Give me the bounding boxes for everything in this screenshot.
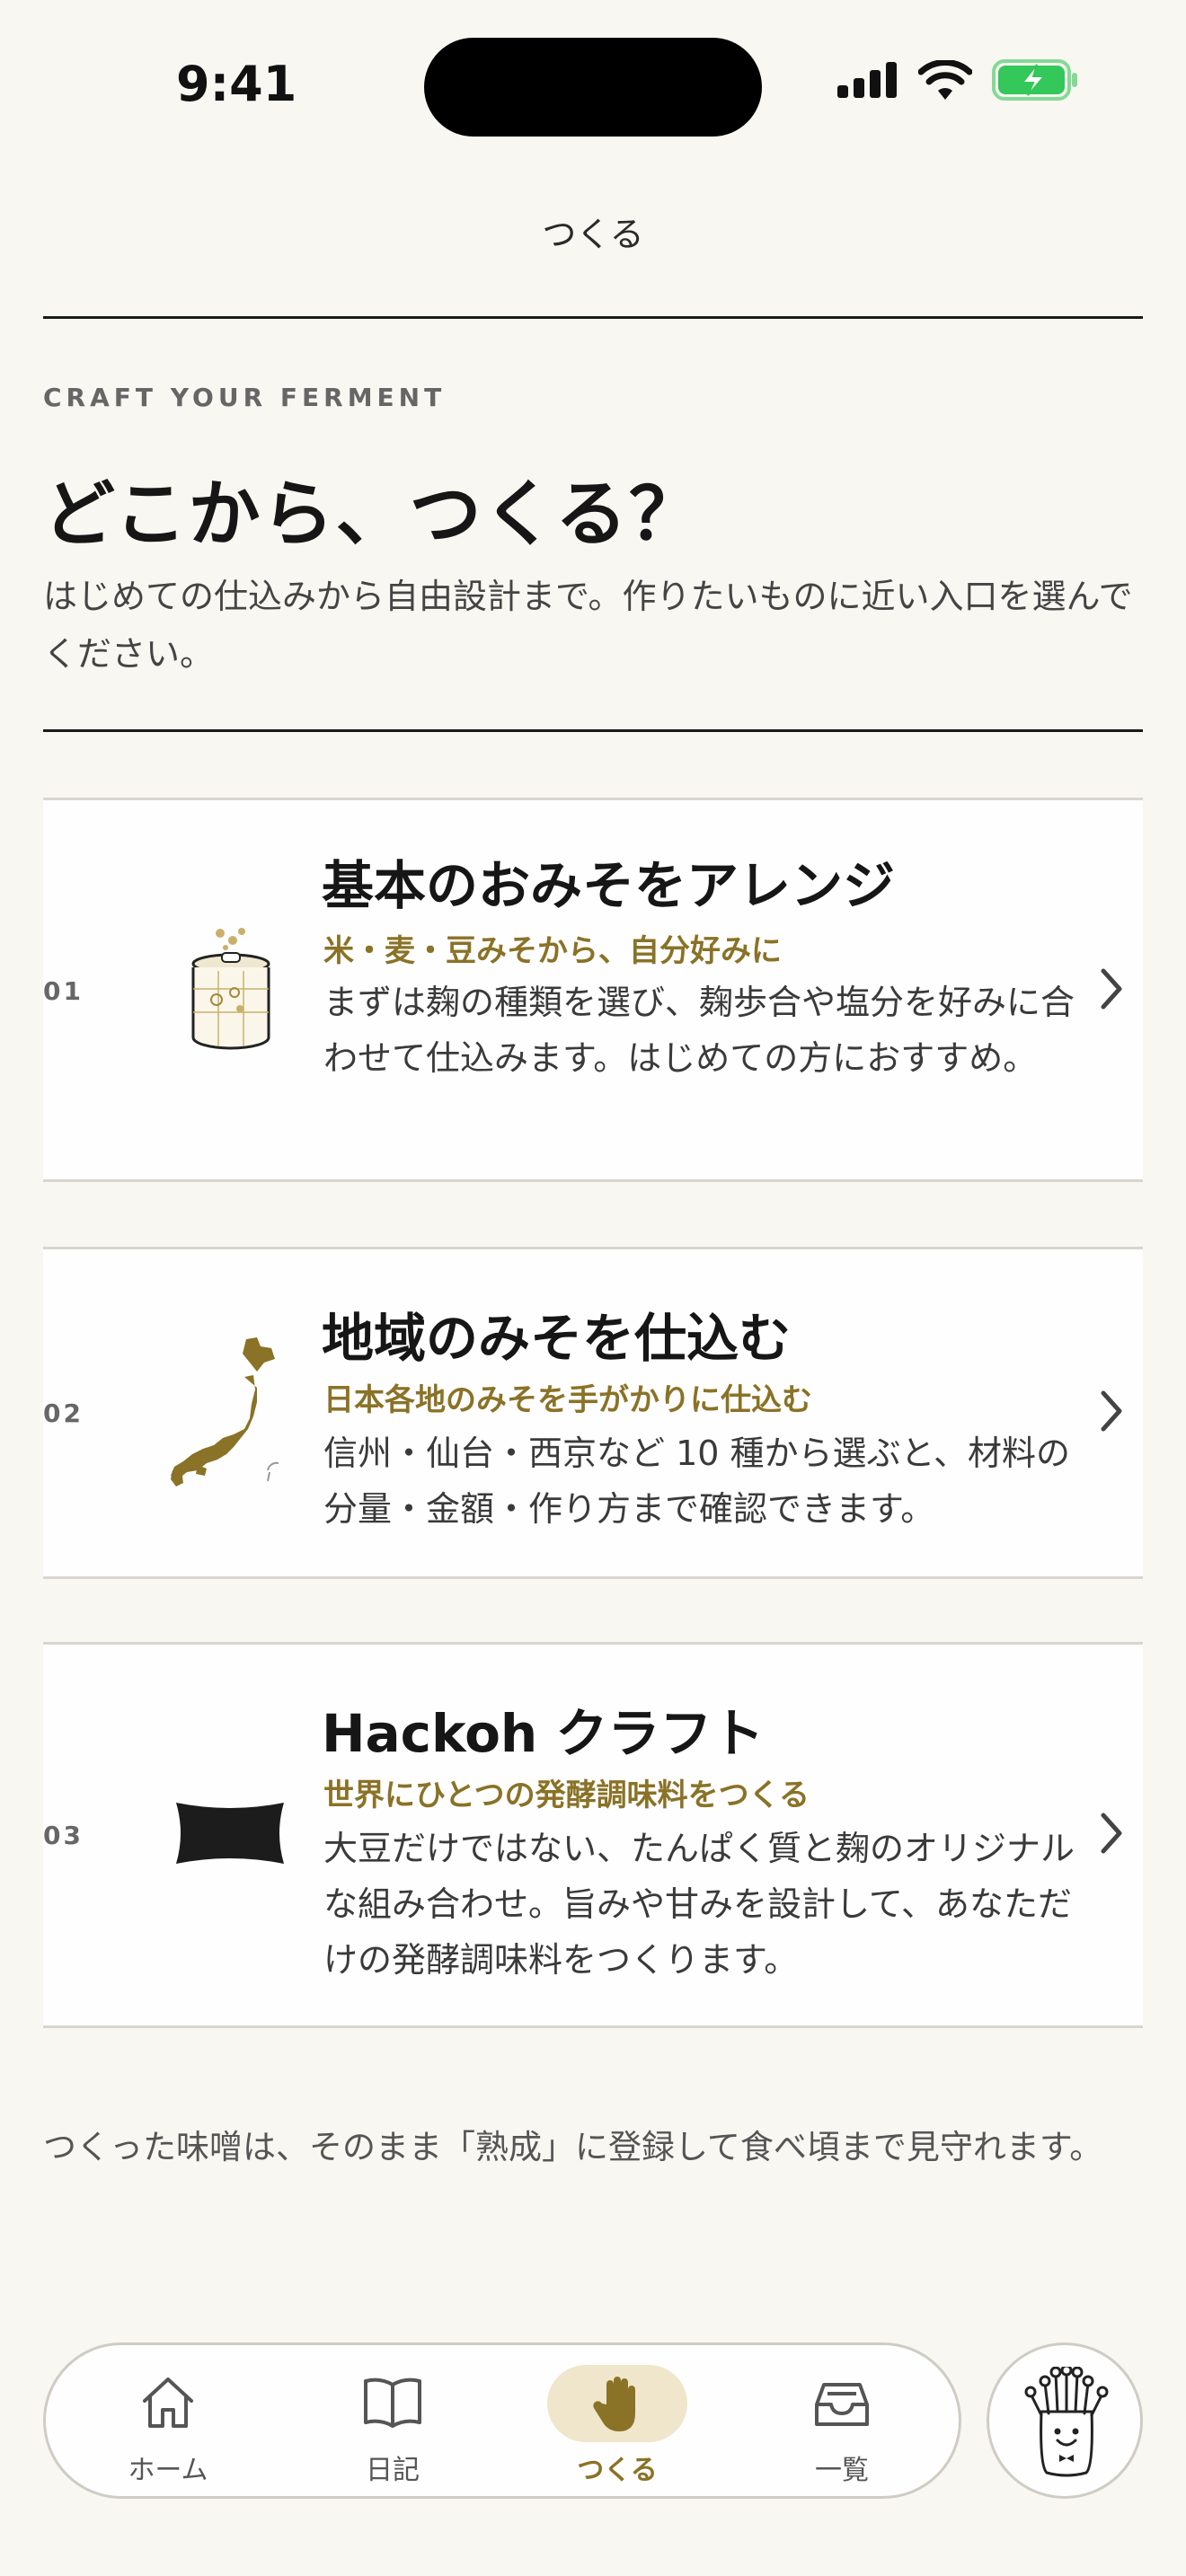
- nav-title: つくる: [542, 215, 644, 254]
- card-title: 基本のおみそをアレンジ: [322, 855, 896, 916]
- battery-charging-icon: [992, 59, 1077, 101]
- mascot-icon: [1024, 2367, 1109, 2477]
- tab-diary[interactable]: 日記: [303, 2345, 482, 2496]
- tab-label: ホーム: [128, 2455, 208, 2486]
- footnote-text: つくった味噌は、そのまま「熟成」に登録して食べ頃まで見守れます。: [43, 2128, 1103, 2166]
- card-number: 02: [43, 1398, 84, 1428]
- wifi-icon: [918, 60, 972, 100]
- header-divider: [43, 316, 1143, 319]
- hand-icon: [593, 2377, 635, 2431]
- cellular-signal-icon: [837, 62, 897, 98]
- intro-text: はじめての仕込みから自由設計まで。作りたいものに近い入口を選んでください。: [43, 577, 1133, 674]
- status-icons: [837, 59, 1078, 101]
- option-card-regional[interactable]: 02 地域のみそを仕込む 日本各地のみそを手がかりに仕込む 信州・仙台・西京など…: [43, 1247, 1143, 1579]
- card-subtitle: 世界にひとつの発酵調味料をつくる: [323, 1778, 810, 1813]
- card-number: 01: [43, 976, 84, 1006]
- card-description: 信州・仙台・西京など 10 種から選ぶと、材料の分量・金額・作り方まで確認できま…: [323, 1434, 1070, 1529]
- status-time: 9:41: [176, 56, 297, 112]
- japan-map-icon: [140, 1336, 320, 1488]
- home-icon: [143, 2378, 193, 2428]
- tab-home[interactable]: ホーム: [78, 2345, 258, 2496]
- tab-label: 日記: [366, 2455, 420, 2486]
- eyebrow-label: CRAFT YOUR FERMENT: [43, 383, 447, 412]
- card-description: まずは麹の種類を選び、麹歩合や塩分を好みに合わせて仕込みます。はじめての方におす…: [323, 983, 1075, 1078]
- intro-divider: [43, 729, 1143, 732]
- card-title: 地域のみそを仕込む: [322, 1308, 792, 1369]
- chevron-right-icon: [1101, 1813, 1122, 1854]
- card-subtitle: 米・麦・豆みそから、自分好みに: [323, 933, 782, 969]
- card-description: 大豆だけではない、たんぱく質と麹のオリジナルな組み合わせ。旨みや甘みを設計して、…: [323, 1829, 1075, 1980]
- chevron-right-icon: [1101, 1390, 1122, 1432]
- page-headline: どこから、つくる？: [43, 472, 703, 556]
- option-card-hackoh[interactable]: 03 Hackoh クラフト 世界にひとつの発酵調味料をつくる 大豆だけではない…: [43, 1642, 1143, 2028]
- dynamic-island: [424, 38, 762, 137]
- tab-list[interactable]: 一覧: [752, 2345, 932, 2496]
- card-number: 03: [43, 1821, 84, 1850]
- tab-craft[interactable]: つくる: [527, 2345, 707, 2496]
- mascot-button[interactable]: [987, 2342, 1143, 2499]
- tab-label: つくる: [577, 2455, 658, 2486]
- card-title: Hackoh クラフト: [322, 1703, 765, 1764]
- chevron-right-icon: [1101, 968, 1122, 1010]
- miso-jar-icon: [140, 926, 320, 1052]
- inbox-icon: [815, 2383, 869, 2426]
- card-subtitle: 日本各地のみそを手がかりに仕込む: [323, 1382, 812, 1418]
- option-card-arrange[interactable]: 01 基本のおみそをアレンジ 米・麦・豆みそから、自分好みに まずは麹の種類を選…: [43, 798, 1143, 1182]
- hackoh-shape-icon: [140, 1797, 320, 1869]
- book-icon: [364, 2378, 421, 2428]
- tab-bar: ホーム 日記 つくる 一覧: [43, 2342, 961, 2499]
- tab-label: 一覧: [815, 2455, 869, 2486]
